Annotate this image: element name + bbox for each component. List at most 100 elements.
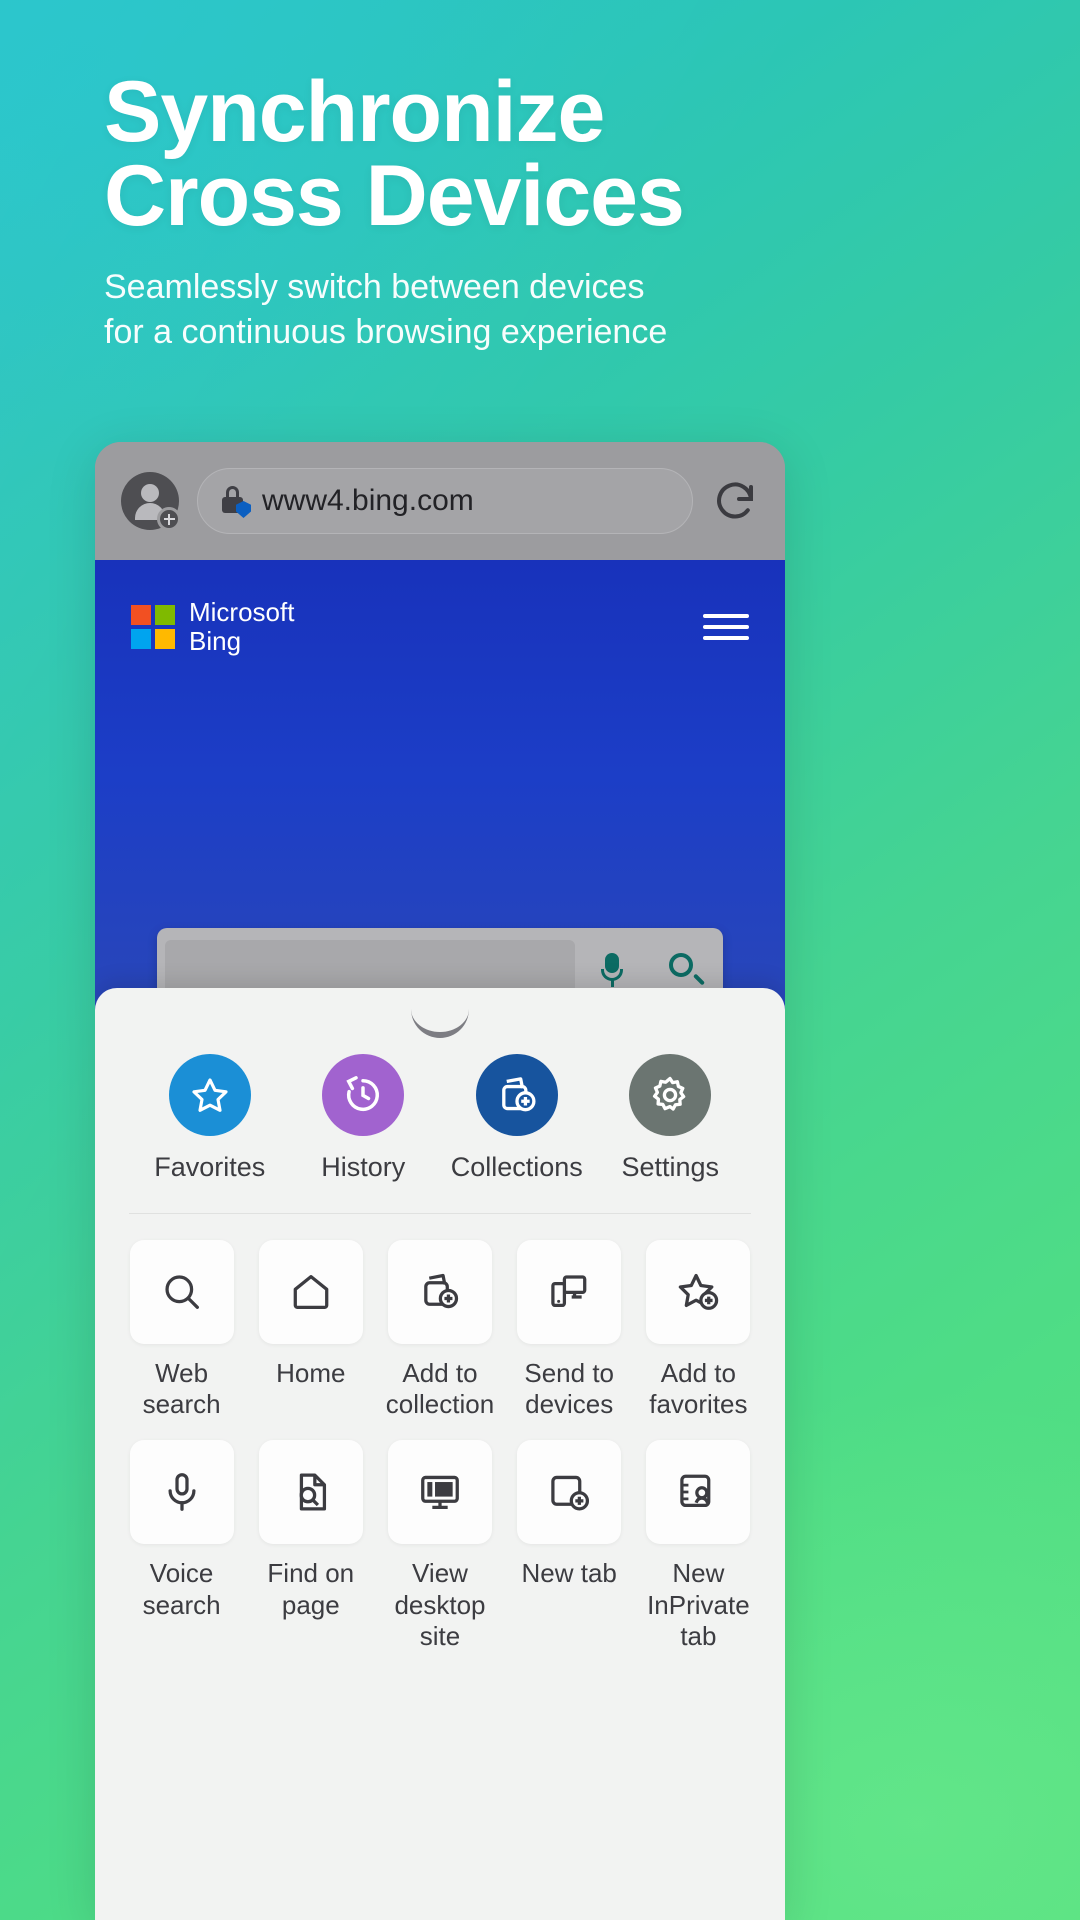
microphone-icon bbox=[168, 1473, 196, 1512]
chevron-down-handle[interactable] bbox=[411, 1002, 469, 1038]
label-line1: Web bbox=[155, 1358, 209, 1388]
tile bbox=[258, 1240, 363, 1344]
home-icon bbox=[293, 1275, 329, 1309]
tile bbox=[517, 1440, 622, 1545]
page-subtitle-line1: Seamlessly switch between devices bbox=[104, 267, 645, 306]
label-line2: devices bbox=[525, 1389, 614, 1420]
quick-action-collections[interactable]: Collections bbox=[442, 1054, 592, 1183]
add-to-collection-icon bbox=[424, 1273, 459, 1309]
hamburger-icon[interactable] bbox=[703, 607, 749, 647]
history-circle bbox=[322, 1054, 405, 1136]
menu-item-send-to-devices[interactable]: Send to devices bbox=[505, 1240, 634, 1420]
gear-icon bbox=[653, 1076, 686, 1111]
new-tab-icon bbox=[551, 1476, 590, 1511]
menu-item-find-on-page[interactable]: Find on page bbox=[246, 1440, 375, 1652]
menu-item-label: Voice search bbox=[117, 1558, 246, 1620]
menu-item-label: New tab bbox=[505, 1558, 634, 1589]
bing-logo-text: Microsoft Bing bbox=[189, 597, 295, 657]
account-add-icon[interactable] bbox=[121, 472, 181, 531]
tile bbox=[646, 1240, 751, 1344]
history-icon bbox=[346, 1076, 380, 1111]
url-text: www4.bing.com bbox=[262, 484, 474, 517]
label-line1: View bbox=[412, 1558, 468, 1589]
menu-item-add-to-favorites[interactable]: Add to favorites bbox=[634, 1240, 763, 1420]
desktop-icon bbox=[421, 1476, 459, 1510]
tile bbox=[387, 1240, 492, 1344]
label-line2: InPrivate bbox=[647, 1589, 750, 1620]
label-line2: desktop bbox=[394, 1589, 486, 1620]
menu-item-add-to-collection[interactable]: Add to collection bbox=[375, 1240, 504, 1420]
tile bbox=[129, 1240, 234, 1344]
menu-item-label: New InPrivate tab bbox=[634, 1558, 763, 1652]
menu-item-web-search[interactable]: Web search bbox=[117, 1240, 246, 1420]
find-on-page-icon bbox=[299, 1473, 326, 1511]
menu-item-view-desktop-site[interactable]: View desktop site bbox=[375, 1440, 504, 1652]
page-subtitle: Seamlessly switch between devices for a … bbox=[104, 265, 984, 357]
bing-logo-line1: Microsoft bbox=[189, 597, 295, 627]
search-icon[interactable] bbox=[649, 953, 723, 987]
menu-item-label: Find on page bbox=[246, 1558, 375, 1620]
bing-header: Microsoft Bing bbox=[95, 597, 785, 657]
bing-logo-line2: Bing bbox=[189, 626, 242, 657]
quick-action-history[interactable]: History bbox=[288, 1054, 438, 1183]
menu-item-label: Send to devices bbox=[505, 1358, 634, 1420]
quick-actions-row: Favorites History Collections Settings bbox=[95, 1020, 785, 1183]
label-line2: search bbox=[142, 1389, 221, 1420]
tile bbox=[646, 1440, 751, 1545]
reload-icon[interactable] bbox=[711, 477, 759, 525]
page-title-line1: Synchronize bbox=[104, 64, 605, 160]
phone-mockup: www4.bing.com Microsoft Bing Favorites H… bbox=[95, 442, 785, 1920]
browser-chrome: www4.bing.com bbox=[95, 442, 785, 560]
quick-action-favorites[interactable]: Favorites bbox=[135, 1054, 285, 1183]
collections-icon bbox=[501, 1077, 536, 1112]
menu-item-new-tab[interactable]: New tab bbox=[505, 1440, 634, 1652]
quick-action-label: Collections bbox=[450, 1152, 583, 1182]
inprivate-tab-icon bbox=[680, 1475, 711, 1508]
search-icon bbox=[165, 1275, 199, 1309]
address-bar[interactable]: www4.bing.com bbox=[197, 468, 693, 534]
menu-item-label: Web search bbox=[117, 1358, 246, 1420]
label-line2: collection bbox=[385, 1389, 495, 1420]
menu-grid: Web search Home Add to collection Send t… bbox=[95, 1214, 785, 1652]
menu-item-home[interactable]: Home bbox=[246, 1240, 375, 1420]
menu-item-label: View desktop site bbox=[375, 1558, 504, 1652]
label-line1: Find on bbox=[267, 1558, 355, 1589]
page-title: Synchronize Cross Devices bbox=[104, 69, 984, 245]
label-line2: search bbox=[142, 1589, 221, 1620]
microphone-icon[interactable] bbox=[575, 953, 649, 987]
page-subtitle-line2: for a continuous browsing experience bbox=[104, 313, 668, 352]
label-line1: Add to bbox=[402, 1358, 478, 1388]
add-to-favorites-icon bbox=[679, 1273, 719, 1310]
bing-logo[interactable]: Microsoft Bing bbox=[131, 597, 295, 657]
favorites-circle bbox=[168, 1054, 251, 1136]
label-line3: tab bbox=[680, 1620, 717, 1651]
menu-item-label: Add to favorites bbox=[634, 1358, 763, 1420]
quick-action-settings[interactable]: Settings bbox=[595, 1054, 745, 1183]
tile bbox=[129, 1440, 234, 1545]
lock-shield-icon bbox=[220, 486, 251, 518]
quick-action-label: Settings bbox=[621, 1152, 720, 1182]
label-line1: New bbox=[672, 1558, 725, 1589]
settings-circle bbox=[629, 1054, 712, 1136]
quick-action-label: Favorites bbox=[154, 1152, 266, 1182]
menu-item-new-inprivate-tab[interactable]: New InPrivate tab bbox=[634, 1440, 763, 1652]
menu-item-label: Home bbox=[246, 1358, 375, 1389]
label-line3: site bbox=[419, 1620, 461, 1651]
label-line2: page bbox=[281, 1589, 340, 1620]
label-line1: Add to bbox=[660, 1358, 736, 1388]
tile bbox=[517, 1240, 622, 1344]
label-line1: Home bbox=[276, 1358, 346, 1388]
page-title-line2: Cross Devices bbox=[104, 148, 685, 245]
tile bbox=[258, 1440, 363, 1545]
browser-menu-sheet: Favorites History Collections Settings W… bbox=[95, 988, 785, 1920]
label-line2: favorites bbox=[649, 1389, 748, 1420]
menu-item-label: Add to collection bbox=[375, 1358, 504, 1420]
microsoft-logo-icon bbox=[131, 605, 175, 650]
label-line1: Voice bbox=[149, 1558, 214, 1589]
menu-item-voice-search[interactable]: Voice search bbox=[117, 1440, 246, 1652]
quick-action-label: History bbox=[321, 1152, 406, 1182]
send-to-devices-icon bbox=[551, 1275, 587, 1308]
tile bbox=[387, 1440, 492, 1545]
collections-circle bbox=[475, 1054, 558, 1136]
star-icon bbox=[192, 1078, 228, 1112]
